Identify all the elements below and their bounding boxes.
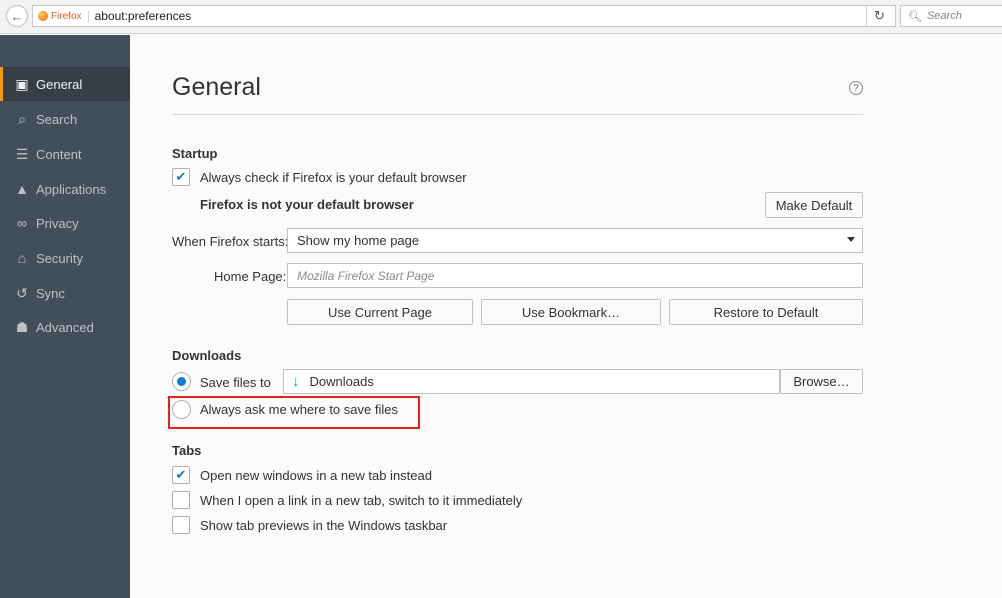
always-ask-label[interactable]: Always ask me where to save files <box>200 402 398 417</box>
sidebar-item-search[interactable]: ⌕ Search <box>0 102 130 136</box>
make-default-button[interactable]: Make Default <box>765 192 863 218</box>
sidebar-item-label: Security <box>36 250 83 266</box>
sidebar-item-content[interactable]: ☰ Content <box>0 137 130 171</box>
always-ask-radio[interactable] <box>172 400 191 419</box>
url-text[interactable]: about:preferences <box>95 9 192 23</box>
open-new-windows-checkbox[interactable]: ✔ <box>172 466 190 484</box>
download-folder-field[interactable]: ↓ Downloads <box>283 369 780 394</box>
general-icon: ▣ <box>15 75 29 92</box>
chevron-down-icon <box>847 237 855 242</box>
switch-to-tab-label[interactable]: When I open a link in a new tab, switch … <box>200 493 522 508</box>
back-button[interactable]: ← <box>6 5 28 27</box>
download-folder-name: Downloads <box>309 374 374 389</box>
open-new-windows-label[interactable]: Open new windows in a new tab instead <box>200 468 432 483</box>
tab-previews-label[interactable]: Show tab previews in the Windows taskbar <box>200 518 447 533</box>
sidebar-item-label: Content <box>36 146 82 162</box>
restore-to-default-button[interactable]: Restore to Default <box>669 299 863 325</box>
search-placeholder: Search <box>926 10 962 22</box>
save-files-label[interactable]: Save files to <box>200 375 271 390</box>
home-page-input[interactable]: Mozilla Firefox Start Page <box>287 263 863 288</box>
magnifier-icon: 🔍︎ <box>908 10 922 23</box>
startup-page-value: Show my home page <box>297 233 420 248</box>
startup-heading: Startup <box>172 146 218 161</box>
home-page-label: Home Page: <box>214 269 287 284</box>
sidebar-item-privacy[interactable]: ∞ Privacy <box>0 206 130 240</box>
identity-label: Firefox <box>51 10 89 22</box>
tab-previews-checkbox[interactable] <box>172 516 190 534</box>
sidebar-item-label: General <box>36 76 83 92</box>
sidebar-item-label: Applications <box>36 181 107 197</box>
title-divider <box>172 114 863 115</box>
switch-to-tab-checkbox[interactable] <box>172 491 190 509</box>
browse-button[interactable]: Browse… <box>780 369 863 394</box>
sync-icon: ↺ <box>16 284 28 301</box>
tabs-heading: Tabs <box>172 443 202 458</box>
privacy-icon: ∞ <box>17 215 27 231</box>
sidebar-item-general[interactable]: ▣ General <box>0 67 130 101</box>
sidebar-item-sync[interactable]: ↺ Sync <box>0 276 130 310</box>
preferences-pane: General ? Startup ✔ Always check if Fire… <box>130 35 1002 598</box>
home-page-placeholder: Mozilla Firefox Start Page <box>297 268 435 283</box>
sidebar-item-security[interactable]: ⌂ Security <box>0 241 130 275</box>
reload-icon: ↻ <box>874 8 885 23</box>
applications-icon: ▲ <box>15 181 29 197</box>
default-browser-checkbox[interactable]: ✔ <box>172 168 190 186</box>
radio-selected-dot <box>177 377 186 386</box>
download-arrow-icon: ↓ <box>292 373 300 390</box>
reload-button[interactable]: ↻ <box>866 5 892 27</box>
page-title: General <box>172 73 261 101</box>
save-files-radio[interactable] <box>172 372 191 391</box>
checkmark-icon: ✔ <box>175 169 187 184</box>
search-icon: ⌕ <box>18 110 26 127</box>
sidebar-item-applications[interactable]: ▲ Applications <box>0 172 130 206</box>
sidebar-item-label: Advanced <box>36 319 94 335</box>
sidebar-item-label: Search <box>36 111 78 127</box>
sidebar-item-label: Privacy <box>36 215 79 231</box>
security-icon: ⌂ <box>17 250 27 266</box>
url-bar[interactable]: Firefox about:preferences <box>32 5 896 27</box>
back-arrow-icon: ← <box>10 8 24 24</box>
default-browser-check-label[interactable]: Always check if Firefox is your default … <box>200 170 467 185</box>
use-bookmark-button[interactable]: Use Bookmark… <box>481 299 661 325</box>
browser-toolbar: ← Firefox about:preferences ↻ 🔍︎ Search <box>0 0 1002 34</box>
not-default-text: Firefox is not your default browser <box>200 197 414 212</box>
use-current-page-button[interactable]: Use Current Page <box>287 299 473 325</box>
advanced-icon: ☗ <box>15 318 29 335</box>
category-sidebar: ▣ General ⌕ Search ☰ Content ▲ Applicati… <box>0 35 130 598</box>
when-starts-label: When Firefox starts: <box>172 234 289 249</box>
content-icon: ☰ <box>15 145 29 162</box>
sidebar-item-label: Sync <box>36 285 65 301</box>
sidebar-item-advanced[interactable]: ☗ Advanced <box>0 310 130 344</box>
startup-page-dropdown[interactable]: Show my home page <box>287 228 863 253</box>
firefox-icon <box>38 11 48 21</box>
checkmark-icon: ✔ <box>175 467 187 482</box>
downloads-heading: Downloads <box>172 348 242 363</box>
search-bar[interactable]: 🔍︎ Search <box>900 5 1002 27</box>
help-icon[interactable]: ? <box>849 81 863 95</box>
